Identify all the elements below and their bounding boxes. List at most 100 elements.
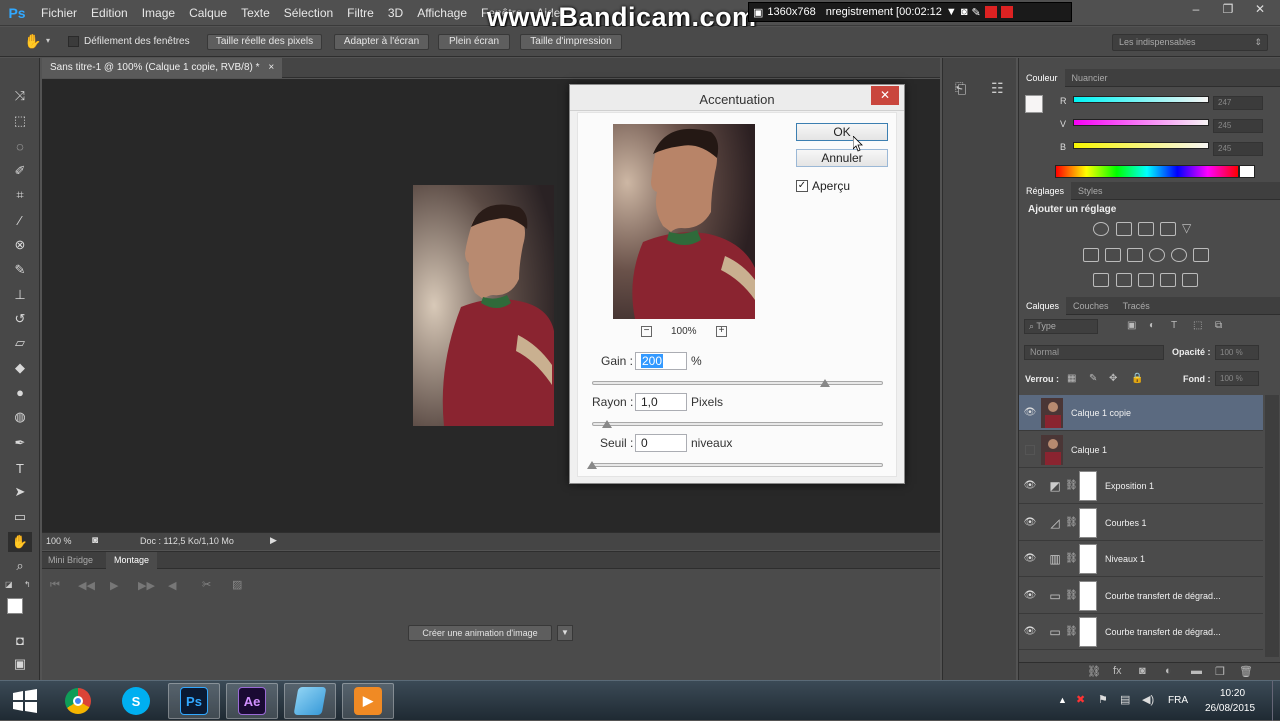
blue-value[interactable]: 245 bbox=[1213, 142, 1263, 156]
filter-preview[interactable] bbox=[613, 124, 755, 319]
menu-filtre[interactable]: Filtre bbox=[340, 0, 381, 26]
red-slider[interactable] bbox=[1073, 96, 1209, 103]
green-slider[interactable] bbox=[1073, 119, 1209, 126]
menu-affichage[interactable]: Affichage bbox=[410, 0, 474, 26]
quick-selection-tool-icon[interactable]: ✐ bbox=[8, 161, 32, 181]
green-value[interactable]: 245 bbox=[1213, 119, 1263, 133]
dropdown-arrow-icon[interactable]: ▼ bbox=[946, 6, 957, 18]
preview-checkbox[interactable]: ✓ bbox=[796, 180, 808, 192]
fit-screen-button[interactable]: Adapter à l'écran bbox=[334, 34, 429, 50]
fill-input[interactable]: 100 % bbox=[1215, 371, 1259, 386]
tool-preset-arrow-icon[interactable]: ▾ bbox=[46, 36, 50, 45]
link-chain-icon[interactable]: ⛓ bbox=[1065, 553, 1078, 564]
layer-style-icon[interactable]: fx bbox=[1113, 665, 1122, 677]
default-colors-icon[interactable]: ◪ bbox=[5, 580, 13, 589]
tab-couches[interactable]: Couches bbox=[1066, 297, 1116, 315]
pen-icon[interactable]: ✎ bbox=[971, 6, 980, 19]
layer-row[interactable]: 👁 ▭ ⛓ Courbe transfert de dégrad... bbox=[1019, 578, 1263, 614]
visibility-eye-icon[interactable]: 👁 bbox=[1019, 553, 1041, 564]
rectangle-tool-icon[interactable]: ▭ bbox=[8, 507, 32, 527]
record-stop-icon[interactable] bbox=[984, 6, 997, 18]
move-tool-icon[interactable]: ⤨ bbox=[8, 86, 32, 106]
taskbar-skype[interactable]: S bbox=[110, 683, 162, 719]
dodge-tool-icon[interactable]: ◍ bbox=[8, 407, 32, 427]
menu-image[interactable]: Image bbox=[135, 0, 182, 26]
lasso-tool-icon[interactable]: ◌ bbox=[8, 136, 32, 156]
full-screen-button[interactable]: Plein écran bbox=[438, 34, 510, 50]
opacity-input[interactable]: 100 % bbox=[1215, 345, 1259, 360]
history-panel-icon[interactable]: ⎗ bbox=[955, 80, 966, 97]
gain-slider[interactable] bbox=[592, 381, 883, 385]
hand-tool-icon[interactable]: ✋ bbox=[8, 532, 32, 552]
menu-3d[interactable]: 3D bbox=[381, 0, 410, 26]
gain-slider-thumb[interactable] bbox=[819, 379, 830, 387]
visibility-eye-icon[interactable]: 👁 bbox=[1019, 407, 1041, 418]
network-warning-icon[interactable]: ✖ bbox=[1076, 693, 1085, 706]
restore-icon[interactable]: ❐ bbox=[1212, 0, 1244, 18]
menu-edition[interactable]: Edition bbox=[84, 0, 135, 26]
tab-reglages[interactable]: Réglages bbox=[1019, 181, 1072, 200]
show-desktop-button[interactable] bbox=[1272, 681, 1280, 721]
zoom-out-icon[interactable]: − bbox=[641, 326, 652, 337]
posterize-icon[interactable] bbox=[1116, 273, 1132, 287]
tab-traces[interactable]: Tracés bbox=[1116, 297, 1157, 315]
layer-filter-select[interactable]: ⌕ Type bbox=[1024, 319, 1098, 334]
invert-icon[interactable] bbox=[1093, 273, 1109, 287]
eyedropper-tool-icon[interactable]: ⁄ bbox=[8, 210, 32, 230]
create-animation-dropdown[interactable]: ▼ bbox=[557, 625, 573, 641]
link-chain-icon[interactable]: ⛓ bbox=[1065, 480, 1078, 491]
zoom-in-icon[interactable]: + bbox=[716, 326, 727, 337]
layer-row[interactable]: 👁 Calque 1 copie bbox=[1019, 395, 1263, 431]
close-icon[interactable]: ✕ bbox=[1244, 0, 1276, 18]
document-tab[interactable]: Sans titre-1 @ 100% (Calque 1 copie, RVB… bbox=[42, 58, 283, 78]
exposure-icon[interactable] bbox=[1160, 222, 1176, 236]
red-value[interactable]: 247 bbox=[1213, 96, 1263, 110]
tab-mini-bridge[interactable]: Mini Bridge bbox=[48, 555, 93, 565]
link-chain-icon[interactable]: ⛓ bbox=[1065, 517, 1078, 528]
hue-saturation-icon[interactable] bbox=[1083, 248, 1099, 262]
taskbar-bandicam[interactable]: ▶ bbox=[342, 683, 394, 719]
volume-icon[interactable]: ◀) bbox=[1142, 693, 1154, 706]
visibility-eye-icon[interactable]: 👁 bbox=[1019, 626, 1041, 637]
swap-colors-icon[interactable]: ↰ bbox=[24, 580, 31, 589]
layer-row[interactable]: 👁 ◩ ⛓ Exposition 1 bbox=[1019, 468, 1263, 504]
color-lookup-icon[interactable] bbox=[1193, 248, 1209, 262]
filter-smart-object-icon[interactable]: ⧉ bbox=[1215, 320, 1222, 331]
curves-icon[interactable] bbox=[1138, 222, 1154, 236]
lock-pixels-icon[interactable]: ✎ bbox=[1089, 373, 1097, 384]
tab-calques[interactable]: Calques bbox=[1019, 296, 1067, 315]
workspace-select[interactable]: Les indispensables ⇕ bbox=[1112, 34, 1268, 51]
selective-color-icon[interactable] bbox=[1182, 273, 1198, 287]
menu-selection[interactable]: Sélection bbox=[277, 0, 340, 26]
action-center-icon[interactable]: ⚑ bbox=[1098, 693, 1108, 706]
network-icon[interactable]: ▤ bbox=[1120, 693, 1130, 706]
radius-slider-thumb[interactable] bbox=[601, 420, 612, 428]
taskbar-photoshop[interactable]: Ps bbox=[168, 683, 220, 719]
tab-nuancier[interactable]: Nuancier bbox=[1065, 69, 1115, 87]
lock-all-icon[interactable]: 🔒 bbox=[1131, 373, 1143, 384]
brightness-icon[interactable] bbox=[1093, 222, 1109, 236]
history-brush-tool-icon[interactable]: ↺ bbox=[8, 309, 32, 329]
visibility-eye-icon[interactable]: 👁 bbox=[1019, 590, 1041, 601]
threshold-icon[interactable] bbox=[1138, 273, 1154, 287]
add-mask-icon[interactable]: ◙ bbox=[1139, 665, 1146, 677]
white-swatch[interactable] bbox=[1239, 165, 1255, 178]
healing-brush-tool-icon[interactable]: ⊗ bbox=[8, 235, 32, 255]
zoom-tool-icon[interactable]: ⌕ bbox=[8, 556, 32, 576]
menu-texte[interactable]: Texte bbox=[234, 0, 277, 26]
print-size-button[interactable]: Taille d'impression bbox=[520, 34, 622, 50]
type-tool-icon[interactable]: T bbox=[8, 458, 32, 478]
brush-tool-icon[interactable]: ✎ bbox=[8, 260, 32, 280]
menu-fichier[interactable]: Fichier bbox=[34, 0, 84, 26]
clock-time[interactable]: 10:20 bbox=[1220, 688, 1245, 699]
visibility-eye-icon[interactable]: 👁 bbox=[1019, 480, 1041, 491]
filter-adjustment-icon[interactable]: ◐ bbox=[1149, 320, 1155, 331]
crop-tool-icon[interactable]: ⌗ bbox=[8, 185, 32, 205]
delete-layer-icon[interactable]: 🗑 bbox=[1239, 665, 1253, 678]
vibrance-icon[interactable]: ▽ bbox=[1182, 222, 1198, 236]
gradient-map-icon[interactable] bbox=[1160, 273, 1176, 287]
taskbar-notepad[interactable] bbox=[284, 683, 336, 719]
link-chain-icon[interactable]: ⛓ bbox=[1065, 626, 1078, 637]
status-menu-arrow-icon[interactable]: ▶ bbox=[270, 535, 277, 546]
document-photo[interactable] bbox=[413, 185, 554, 426]
